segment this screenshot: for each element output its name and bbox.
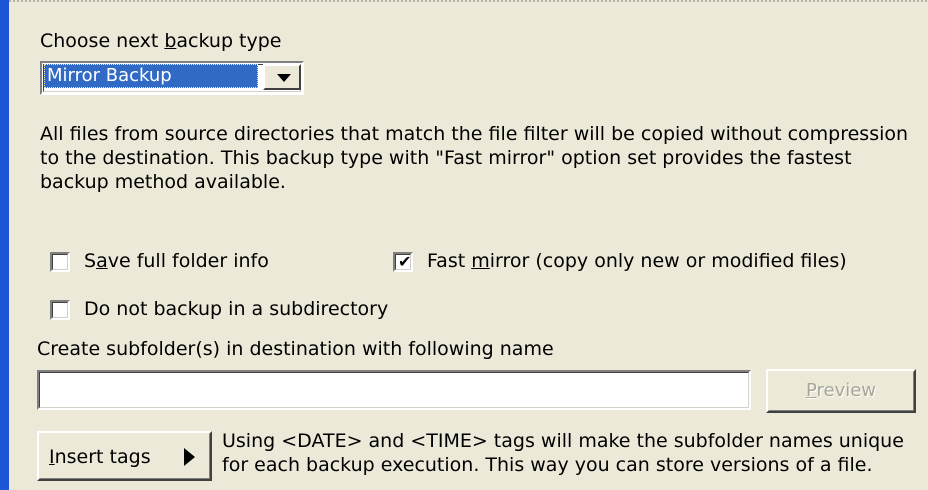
save-full-folder-label[interactable]: Save full folder info <box>84 250 269 272</box>
insert-tags-hint-line-2: for each backup execution. This way you … <box>222 454 873 476</box>
chevron-down-icon <box>277 74 291 82</box>
insert-tags-button[interactable]: Insert tags <box>37 431 212 481</box>
backup-type-select[interactable]: Mirror Backup <box>40 61 304 95</box>
backup-type-dropdown-button[interactable] <box>263 64 301 90</box>
insert-tags-label: Insert tags <box>49 446 151 468</box>
backup-type-label: Choose next backup type <box>40 30 282 52</box>
no-subdirectory-label[interactable]: Do not backup in a subdirectory <box>84 298 388 320</box>
fast-mirror-checkbox[interactable]: ✔ <box>393 252 413 272</box>
description-line-1: All files from source directories that m… <box>40 123 909 145</box>
fast-mirror-label[interactable]: Fast mirror (copy only new or modified f… <box>427 250 847 272</box>
preview-button[interactable]: Preview <box>766 369 916 413</box>
preview-button-label: Preview <box>805 380 877 401</box>
top-divider <box>9 0 928 2</box>
save-full-folder-checkbox[interactable] <box>50 252 70 272</box>
description-line-2: to the destination. This backup type wit… <box>40 147 852 169</box>
description-line-3: backup method available. <box>40 171 286 193</box>
subfolder-name-label: Create subfolder(s) in destination with … <box>37 338 554 360</box>
subfolder-name-input[interactable] <box>39 372 749 408</box>
insert-tags-hint-line-1: Using <DATE> and <TIME> tags will make t… <box>222 430 904 452</box>
checkmark-icon: ✔ <box>398 252 412 271</box>
accent-bar <box>0 0 9 490</box>
arrow-right-icon <box>184 448 195 466</box>
no-subdirectory-checkbox[interactable] <box>50 300 70 320</box>
backup-type-selected-value: Mirror Backup <box>44 64 258 88</box>
subfolder-name-field[interactable] <box>37 370 751 410</box>
